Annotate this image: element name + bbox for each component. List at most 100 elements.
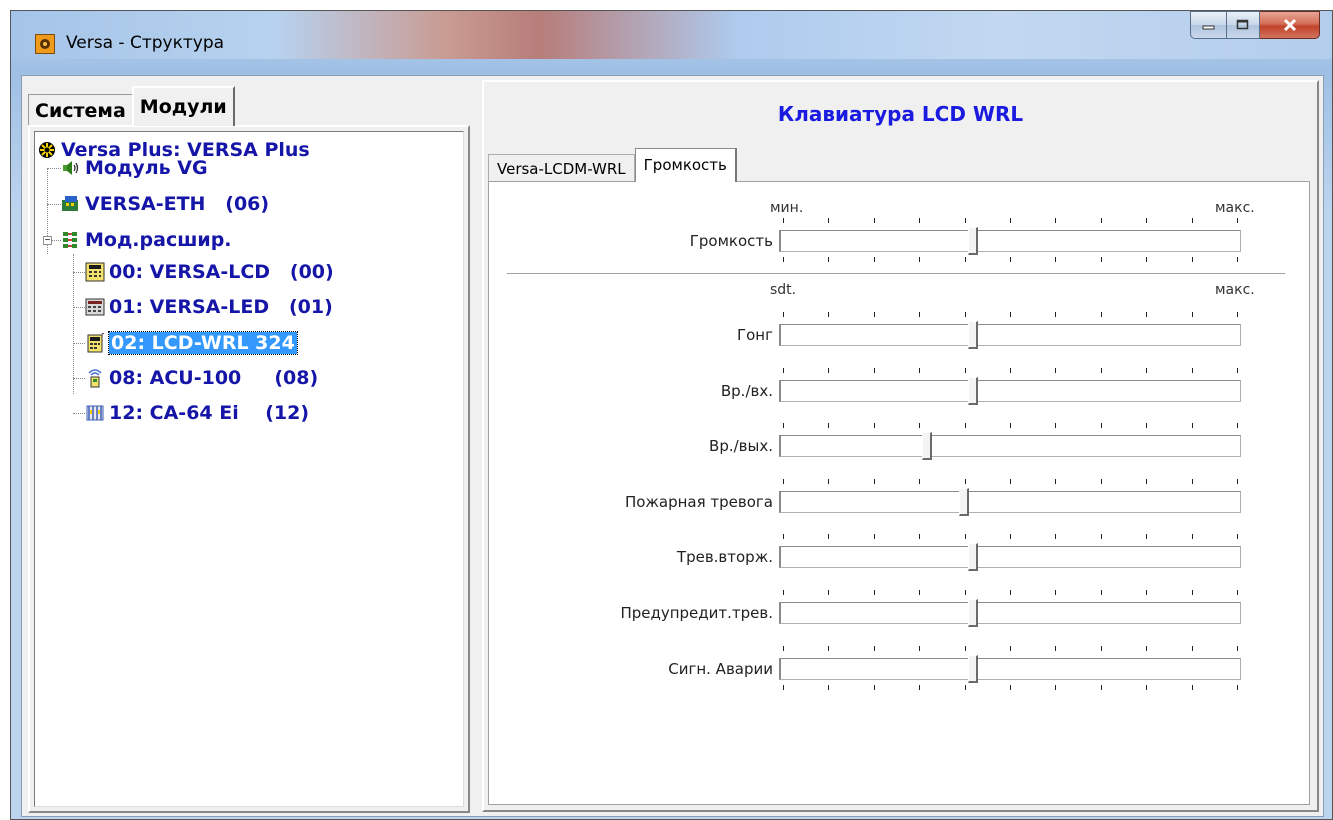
sound-row-6-slider-track[interactable] bbox=[779, 658, 1241, 680]
slider-tick bbox=[828, 312, 830, 317]
tree-item-ca-64-ei[interactable]: 12: CA-64 Ei (12) bbox=[85, 399, 309, 427]
slider-tick bbox=[828, 534, 830, 539]
sound-row-2-slider-track[interactable] bbox=[779, 435, 1241, 457]
sound-row-6-slider-thumb[interactable] bbox=[968, 655, 979, 683]
tab-modules[interactable]: Модули bbox=[131, 86, 235, 126]
slider-tick bbox=[1010, 423, 1011, 428]
slider-tick bbox=[919, 423, 921, 428]
tab-volume[interactable]: Громкость bbox=[634, 148, 737, 182]
slider-tick bbox=[919, 218, 921, 223]
slider-tick bbox=[1237, 646, 1238, 651]
tree-item-label: 00: VERSA-LCD (00) bbox=[109, 261, 334, 283]
wireless-keypad-icon bbox=[85, 333, 105, 353]
slider-tick bbox=[1055, 423, 1057, 428]
slider-tick bbox=[964, 646, 966, 651]
volume-slider-track[interactable] bbox=[779, 230, 1241, 252]
sound-row-1-slider-thumb[interactable] bbox=[968, 377, 979, 405]
sound-row-0-label: Гонг bbox=[736, 326, 773, 344]
sound-row-4-slider-thumb[interactable] bbox=[968, 543, 979, 571]
slider-tick bbox=[873, 479, 875, 484]
slider-tick bbox=[919, 368, 921, 373]
tree-item-versa-lcd[interactable]: 00: VERSA-LCD (00) bbox=[85, 258, 334, 286]
slider-tick bbox=[1146, 423, 1148, 428]
slider-tick bbox=[828, 685, 830, 690]
tree-item-expanders[interactable]: Мод.расшир. bbox=[61, 226, 232, 254]
slider-tick bbox=[1055, 534, 1057, 539]
slider-tick bbox=[1191, 646, 1193, 651]
module-title: Клавиатура LCD WRL bbox=[777, 102, 1024, 126]
slider-tick bbox=[1010, 257, 1011, 262]
slider-tick bbox=[873, 218, 875, 223]
title-bar[interactable]: Versa - Структура bbox=[11, 11, 1332, 59]
slider-tick bbox=[1055, 479, 1057, 484]
slider-tick bbox=[1237, 312, 1238, 317]
collapse-expander[interactable]: − bbox=[43, 236, 52, 246]
slider-tick bbox=[919, 479, 921, 484]
sound-row-0-slider-thumb[interactable] bbox=[968, 321, 979, 349]
tree-item-lcd-wrl[interactable]: 02: LCD-WRL 324 bbox=[85, 329, 298, 357]
window-title: Versa - Структура bbox=[66, 33, 225, 53]
volume-scale-min-label: мин. bbox=[770, 200, 804, 216]
tree-item-vg-module[interactable]: Модуль VG bbox=[61, 154, 208, 182]
slider-tick bbox=[1010, 218, 1011, 223]
control-panel-icon bbox=[37, 140, 57, 160]
slider-tick bbox=[1055, 685, 1057, 690]
tree-item-acu-100[interactable]: 08: ACU-100 (08) bbox=[85, 364, 318, 392]
slider-tick bbox=[1100, 479, 1102, 484]
maximize-icon bbox=[1236, 19, 1249, 30]
slider-tick bbox=[873, 257, 875, 262]
lcd-keypad-icon bbox=[85, 262, 105, 282]
sound-row-5-slider-thumb[interactable] bbox=[968, 599, 979, 627]
app-icon bbox=[35, 34, 55, 54]
slider-tick bbox=[964, 218, 966, 223]
slider-tick bbox=[783, 685, 784, 690]
slider-tick bbox=[1055, 590, 1057, 595]
slider-tick bbox=[964, 685, 966, 690]
tree-container: − Versa Plus: VERSA Plus Модуль VG VERSA… bbox=[28, 125, 470, 813]
slider-tick bbox=[1100, 534, 1102, 539]
sound-row-1-slider-track[interactable] bbox=[779, 380, 1241, 402]
slider-tick bbox=[1191, 218, 1193, 223]
slider-tick bbox=[1100, 423, 1102, 428]
slider-tick bbox=[964, 368, 966, 373]
minimize-button[interactable] bbox=[1190, 11, 1226, 39]
slider-tick bbox=[1237, 479, 1238, 484]
sound-row-4-slider-track[interactable] bbox=[779, 546, 1241, 568]
sound-row-0-slider-track[interactable] bbox=[779, 324, 1241, 346]
tree-item-versa-led[interactable]: 01: VERSA-LED (01) bbox=[85, 293, 333, 321]
sound-row-5-slider-track[interactable] bbox=[779, 602, 1241, 624]
slider-tick bbox=[1146, 646, 1148, 651]
tree-item-versa-eth[interactable]: VERSA-ETH (06) bbox=[61, 190, 269, 218]
expander-module-icon bbox=[85, 403, 105, 423]
slider-tick bbox=[1191, 534, 1193, 539]
tab-system[interactable]: Система bbox=[28, 94, 132, 126]
maximize-button[interactable] bbox=[1226, 11, 1260, 39]
window-client-area: Система Модули − Versa Plus: VERSA Plus … bbox=[21, 75, 1324, 817]
slider-tick bbox=[873, 534, 875, 539]
close-button[interactable] bbox=[1260, 11, 1320, 39]
sound-row-2-slider-thumb[interactable] bbox=[922, 432, 933, 460]
sound-row-3-slider-thumb[interactable] bbox=[959, 488, 970, 516]
slider-tick bbox=[1100, 590, 1102, 595]
sound-row-3-slider-track[interactable] bbox=[779, 491, 1241, 513]
slider-tick bbox=[919, 257, 921, 262]
module-tree[interactable]: − Versa Plus: VERSA Plus Модуль VG VERSA… bbox=[34, 131, 464, 807]
slider-tick bbox=[873, 368, 875, 373]
slider-tick bbox=[1146, 534, 1148, 539]
slider-tick bbox=[1010, 368, 1011, 373]
slider-tick bbox=[1010, 685, 1011, 690]
slider-tick bbox=[1055, 312, 1057, 317]
slider-tick bbox=[1237, 534, 1238, 539]
slider-tick bbox=[1237, 423, 1238, 428]
slider-tick bbox=[828, 479, 830, 484]
slider-tick bbox=[1055, 257, 1057, 262]
volume-slider-thumb[interactable] bbox=[968, 227, 979, 255]
tree-item-label: Модуль VG bbox=[85, 157, 208, 179]
slider-tick bbox=[1237, 685, 1238, 690]
tab-versa-lcdm-wrl[interactable]: Versa-LCDM-WRL bbox=[488, 154, 635, 182]
slider-tick bbox=[919, 312, 921, 317]
slider-tick bbox=[964, 423, 966, 428]
slider-tick bbox=[1191, 423, 1193, 428]
sounds-scale-min-label: sdt. bbox=[770, 282, 797, 298]
slider-tick bbox=[1146, 479, 1148, 484]
